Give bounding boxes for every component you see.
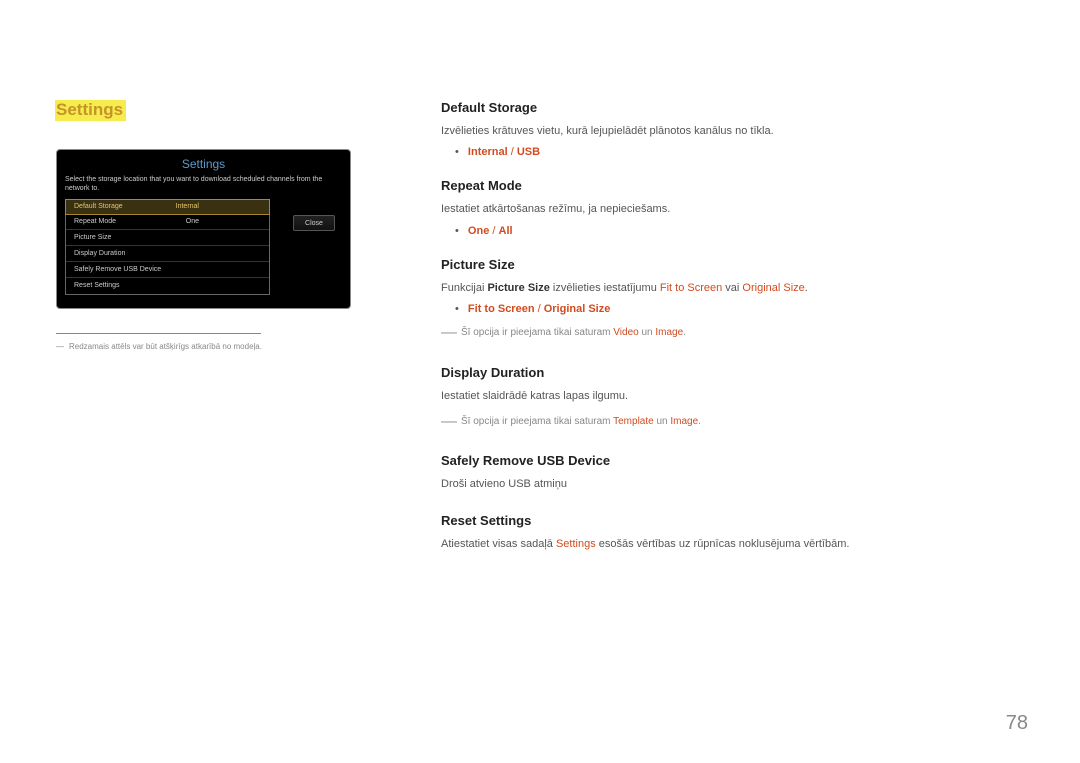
- inline-template: Template: [613, 416, 654, 427]
- desc-reset-settings: Atiestatiet visas sadaļā Settings esošās…: [441, 537, 1024, 552]
- separator: [56, 333, 261, 334]
- bullet-picture-size: • Fit to Screen / Original Size: [455, 303, 1024, 315]
- desc-display-duration: Iestatiet slaidrādē katras lapas ilgumu.: [441, 389, 1024, 404]
- option-usb: USB: [517, 146, 540, 158]
- heading-picture-size: Picture Size: [441, 257, 1024, 272]
- inline-picture-size: Picture Size: [487, 282, 549, 294]
- menu-row-safely-remove[interactable]: Safely Remove USB Device: [66, 262, 269, 278]
- option-fit-to-screen: Fit to Screen: [468, 303, 535, 315]
- footnote: ―Redzamais attēls var būt atšķirīgs atka…: [56, 342, 351, 351]
- menu-row-reset-settings[interactable]: Reset Settings: [66, 278, 269, 294]
- panel-title: Settings: [65, 157, 342, 171]
- option-original-size: Original Size: [544, 303, 611, 315]
- menu-row-label: Picture Size: [74, 234, 111, 241]
- footnote-text: Redzamais attēls var būt atšķirīgs atkar…: [69, 342, 262, 351]
- menu-row-display-duration[interactable]: Display Duration: [66, 246, 269, 262]
- option-one: One: [468, 225, 489, 237]
- note-dash-icon: ―: [441, 324, 457, 341]
- heading-default-storage: Default Storage: [441, 100, 1024, 115]
- inline-video: Video: [613, 327, 638, 338]
- section-picture-size: Picture Size Funkcijai Picture Size izvē…: [441, 257, 1024, 345]
- note-picture-size: ―Šī opcija ir pieejama tikai saturam Vid…: [441, 322, 1024, 344]
- panel-desc: Select the storage location that you wan…: [65, 176, 342, 194]
- inline-fit-to-screen: Fit to Screen: [660, 282, 722, 294]
- bullet-default-storage: • Internal / USB: [455, 146, 1024, 158]
- menu-row-value: One: [186, 218, 199, 225]
- main-heading: Settings: [55, 100, 126, 121]
- menu-row-label: Repeat Mode: [74, 218, 116, 225]
- inline-original-size: Original Size: [742, 282, 804, 294]
- heading-reset-settings: Reset Settings: [441, 513, 1024, 528]
- inline-image: Image: [655, 327, 683, 338]
- section-display-duration: Display Duration Iestatiet slaidrādē kat…: [441, 365, 1024, 434]
- desc-repeat-mode: Iestatiet atkārtošanas režīmu, ja nepiec…: [441, 202, 1024, 217]
- heading-repeat-mode: Repeat Mode: [441, 178, 1024, 193]
- page-number: 78: [1006, 712, 1028, 735]
- heading-safely-remove: Safely Remove USB Device: [441, 453, 1024, 468]
- option-all: All: [499, 225, 513, 237]
- menu-row-label: Safely Remove USB Device: [74, 266, 161, 273]
- inline-settings: Settings: [556, 538, 596, 550]
- menu-row-label: Default Storage: [74, 203, 123, 210]
- bullet-dot-icon: •: [455, 303, 459, 315]
- note-display-duration: ―Šī opcija ir pieejama tikai saturam Tem…: [441, 411, 1024, 433]
- settings-menu: Default Storage Internal Repeat Mode One…: [65, 199, 270, 295]
- bullet-repeat-mode: • One / All: [455, 225, 1024, 237]
- menu-row-repeat-mode[interactable]: Repeat Mode One: [66, 214, 269, 230]
- bullet-dot-icon: •: [455, 146, 459, 158]
- footnote-dash-icon: ―: [56, 342, 66, 351]
- section-default-storage: Default Storage Izvēlieties krātuves vie…: [441, 100, 1024, 158]
- menu-row-label: Display Duration: [74, 250, 125, 257]
- menu-row-label: Reset Settings: [74, 282, 120, 289]
- heading-display-duration: Display Duration: [441, 365, 1024, 380]
- desc-default-storage: Izvēlieties krātuves vietu, kurā lejupie…: [441, 124, 1024, 139]
- close-button[interactable]: Close: [293, 215, 335, 231]
- section-repeat-mode: Repeat Mode Iestatiet atkārtošanas režīm…: [441, 178, 1024, 236]
- inline-image: Image: [670, 416, 698, 427]
- note-dash-icon: ―: [441, 413, 457, 430]
- menu-row-value: Internal: [176, 203, 199, 210]
- section-safely-remove: Safely Remove USB Device Droši atvieno U…: [441, 453, 1024, 492]
- settings-preview-panel: Settings Select the storage location tha…: [56, 149, 351, 309]
- section-reset-settings: Reset Settings Atiestatiet visas sadaļā …: [441, 513, 1024, 552]
- option-internal: Internal: [468, 146, 508, 158]
- menu-row-picture-size[interactable]: Picture Size: [66, 230, 269, 246]
- menu-row-default-storage[interactable]: Default Storage Internal: [65, 199, 270, 215]
- desc-safely-remove: Droši atvieno USB atmiņu: [441, 477, 1024, 492]
- desc-picture-size: Funkcijai Picture Size izvēlieties iesta…: [441, 281, 1024, 296]
- bullet-dot-icon: •: [455, 225, 459, 237]
